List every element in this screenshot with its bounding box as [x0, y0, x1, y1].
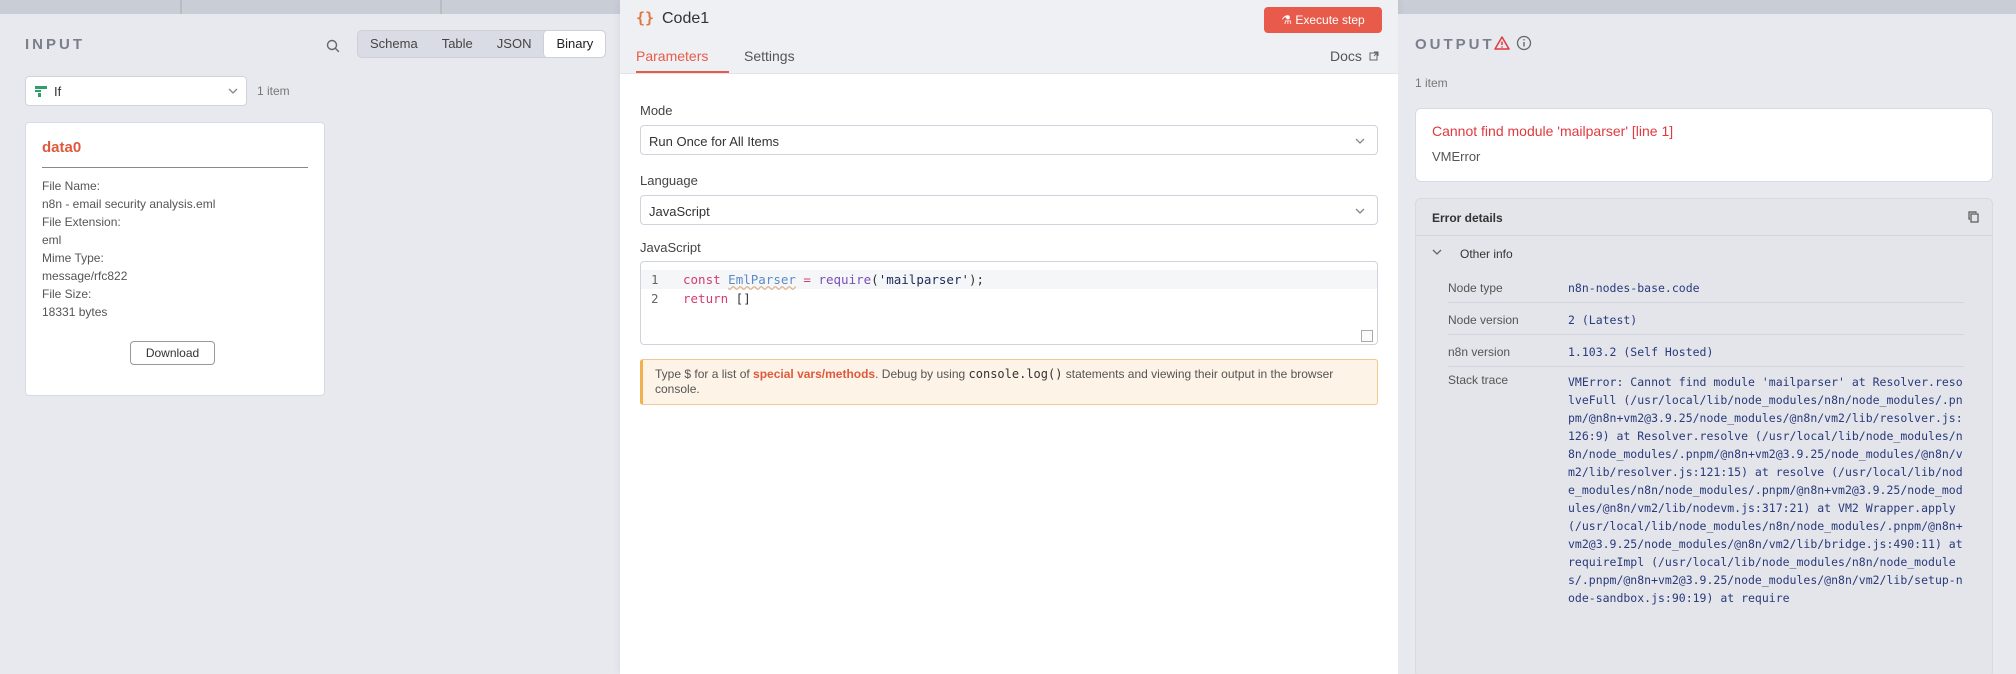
output-title: OUTPUT	[1415, 36, 1495, 53]
code-token: return	[683, 291, 729, 306]
execute-step-label: Execute step	[1295, 13, 1365, 27]
mode-value: Run Once for All Items	[649, 134, 780, 149]
code-line: 1 const EmlParser = require('mailparser'…	[641, 270, 1377, 289]
node-header: {} Code1 ⚗ Execute step Parameters Setti…	[620, 0, 1398, 74]
node-version-value: 2 (Latest)	[1568, 313, 1638, 327]
code-token: EmlParser	[728, 272, 796, 287]
input-node-value: If	[54, 84, 62, 99]
docs-link[interactable]: Docs	[1330, 48, 1379, 64]
output-item-count: 1 item	[1415, 76, 1448, 90]
input-item-count: 1 item	[257, 84, 290, 98]
file-ext-label: File Extension:	[42, 215, 121, 229]
chevron-down-icon	[1355, 208, 1365, 214]
code-editor[interactable]: 1 const EmlParser = require('mailparser'…	[640, 261, 1378, 345]
node-type-row: Node type n8n-nodes-base.code	[1448, 273, 1964, 303]
error-details-header: Error details	[1432, 211, 1503, 225]
language-label: Language	[640, 173, 698, 188]
code-line: 2 return []	[641, 289, 1377, 308]
code-token: 'mailparser'	[878, 272, 970, 287]
execute-step-button[interactable]: ⚗ Execute step	[1264, 7, 1382, 33]
node-title[interactable]: Code1	[662, 10, 709, 28]
node-type-value: n8n-nodes-base.code	[1568, 281, 1700, 295]
node-editor-panel: {} Code1 ⚗ Execute step Parameters Setti…	[620, 0, 1398, 674]
file-name-label: File Name:	[42, 179, 101, 193]
active-tab-indicator	[636, 71, 729, 73]
node-version-label: Node version	[1448, 313, 1519, 327]
chevron-down-icon	[228, 88, 238, 94]
code-node-icon: {}	[636, 9, 655, 27]
tab-settings[interactable]: Settings	[744, 48, 795, 64]
view-tab-schema[interactable]: Schema	[358, 31, 430, 57]
binary-name: data0	[42, 139, 82, 156]
n8n-version-label: n8n version	[1448, 345, 1511, 359]
node-version-row: Node version 2 (Latest)	[1448, 305, 1964, 335]
divider	[42, 167, 308, 168]
mode-select[interactable]: Run Once for All Items	[640, 125, 1378, 155]
code-hint-callout: Type $ for a list of special vars/method…	[640, 359, 1378, 405]
chevron-down-icon[interactable]	[1432, 247, 1442, 257]
search-icon[interactable]	[325, 38, 341, 54]
hint-code: console.log()	[968, 367, 1063, 381]
line-number: 1	[651, 272, 659, 287]
copy-icon[interactable]	[1968, 211, 1980, 223]
file-size-label: File Size:	[42, 287, 92, 301]
code-token: =	[795, 272, 819, 287]
info-icon[interactable]	[1516, 35, 1532, 51]
input-title: INPUT	[25, 36, 85, 53]
stack-trace-label: Stack trace	[1448, 373, 1509, 387]
code-label: JavaScript	[640, 240, 701, 255]
hint-text: . Debug by using	[875, 367, 969, 381]
error-details: Error details Other info Node type n8n-n…	[1415, 198, 1993, 674]
mime-value: message/rfc822	[42, 269, 128, 283]
file-ext-value: eml	[42, 233, 62, 247]
code-token: );	[969, 272, 985, 287]
view-tab-table[interactable]: Table	[430, 31, 485, 57]
view-mode-switch: Schema Table JSON Binary	[357, 30, 607, 58]
code-token: (	[871, 272, 879, 287]
code-token: []	[728, 291, 751, 306]
file-size-value: 18331 bytes	[42, 305, 108, 319]
external-link-icon	[1369, 51, 1379, 61]
error-message: Cannot find module 'mailparser' [line 1]	[1432, 123, 1674, 139]
input-panel: INPUT Schema Table JSON Binary If 1 item…	[0, 14, 620, 674]
other-info-toggle[interactable]: Other info	[1460, 247, 1513, 261]
binary-card: data0 File Name: n8n - email security an…	[25, 122, 325, 396]
code-token: const	[683, 272, 721, 287]
mode-label: Mode	[640, 103, 673, 118]
stack-trace-value: VMError: Cannot find module 'mailparser'…	[1568, 375, 1963, 605]
hint-text: Type $ for a list of	[655, 367, 754, 381]
binary-fields: File Name: n8n - email security analysis…	[42, 177, 215, 321]
special-vars-link[interactable]: special vars/methods	[753, 367, 875, 381]
language-select[interactable]: JavaScript	[640, 195, 1378, 225]
if-node-icon	[35, 86, 47, 97]
output-panel: OUTPUT 1 item Cannot find module 'mailpa…	[1398, 14, 2016, 674]
download-button[interactable]: Download	[130, 341, 215, 365]
n8n-version-value: 1.103.2 (Self Hosted)	[1568, 345, 1714, 359]
view-tab-json[interactable]: JSON	[485, 31, 544, 57]
file-name-value: n8n - email security analysis.eml	[42, 197, 216, 211]
n8n-version-row: n8n version 1.103.2 (Self Hosted)	[1448, 337, 1964, 367]
flask-icon: ⚗	[1281, 13, 1296, 27]
docs-label: Docs	[1330, 48, 1362, 64]
warning-icon	[1494, 36, 1510, 50]
line-number: 2	[651, 291, 659, 306]
editor-expand-handle[interactable]	[1361, 330, 1373, 342]
tab-parameters[interactable]: Parameters	[636, 48, 708, 64]
view-tab-binary[interactable]: Binary	[543, 31, 606, 57]
language-value: JavaScript	[649, 204, 710, 219]
chevron-down-icon	[1355, 138, 1365, 144]
input-node-select[interactable]: If	[25, 76, 247, 106]
divider	[1416, 235, 1992, 236]
error-type: VMError	[1432, 149, 1481, 164]
error-card: Cannot find module 'mailparser' [line 1]…	[1415, 108, 1993, 182]
code-token: require	[818, 272, 872, 287]
node-type-label: Node type	[1448, 281, 1503, 295]
mime-label: Mime Type:	[42, 251, 104, 265]
